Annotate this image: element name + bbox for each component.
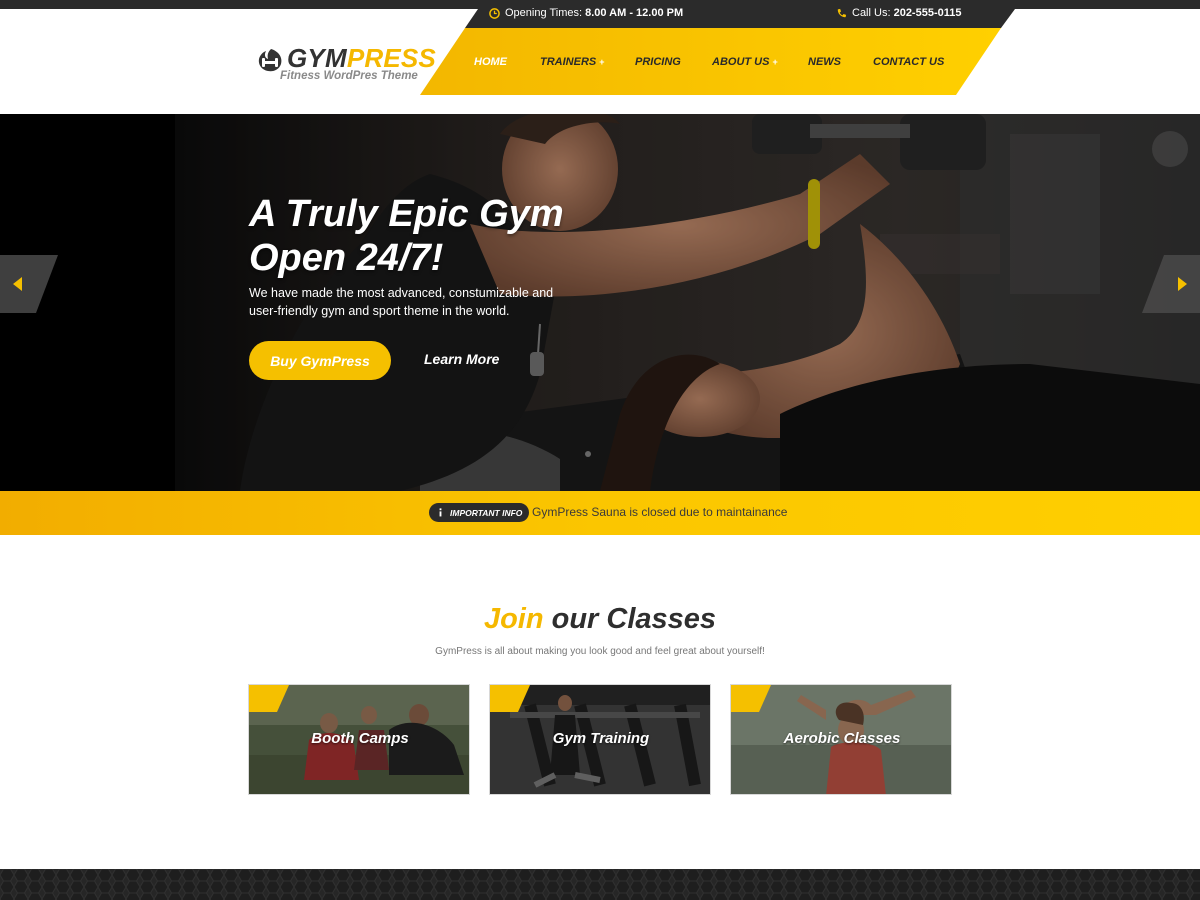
class-card-aerobic-classes[interactable]: Aerobic Classes — [730, 684, 952, 795]
opening-times-value: 8.00 AM - 12.00 PM — [585, 7, 684, 19]
footer-strip — [0, 869, 1200, 900]
submenu-plus-icon: + — [599, 57, 605, 67]
important-info-label: IMPORTANT INFO — [450, 507, 523, 518]
nav-item-label: Home — [474, 56, 507, 68]
call-us-value[interactable]: 202-555-0115 — [894, 7, 962, 19]
call-us-label: Call Us: — [852, 7, 891, 19]
nav-item-label: Pricing — [635, 56, 681, 68]
hero-title-line-2: Open 24/7! — [249, 237, 444, 279]
nav-item-label: About us — [712, 56, 770, 68]
nav-item-home[interactable]: Home — [474, 56, 540, 68]
nav-item-trainers[interactable]: Trainers + — [540, 56, 635, 68]
nav-item-news[interactable]: News — [808, 56, 873, 68]
class-card-label: Booth Camps — [311, 730, 409, 747]
nav-item-label: Trainers — [540, 56, 597, 68]
info-icon — [439, 508, 442, 517]
slider-dot[interactable] — [585, 451, 591, 457]
hero-image — [0, 114, 1200, 491]
nav-item-pricing[interactable]: Pricing — [635, 56, 712, 68]
classes-heading: Join our Classes — [0, 603, 1200, 636]
hero-title: A Truly Epic Gym Open 24/7! — [249, 192, 669, 280]
classes-heading-rest: our Classes — [551, 603, 717, 635]
opening-times-label: Opening Times: — [505, 7, 583, 19]
phone-icon — [837, 8, 847, 17]
nav-item-contact-us[interactable]: Contact us — [873, 56, 944, 68]
card-tag-icon — [249, 685, 289, 712]
brand-name-accent: PRESS — [346, 43, 436, 73]
buy-gympress-button[interactable]: Buy GymPress — [249, 341, 391, 380]
opening-times: Opening Times: 8.00 AM - 12.00 PM — [489, 5, 683, 21]
arrow-left-icon[interactable] — [0, 255, 58, 313]
hero-description: We have made the most advanced, constumi… — [249, 286, 554, 318]
important-info-badge: IMPORTANT INFO — [429, 503, 530, 522]
brand-name-dark: GYM — [287, 43, 347, 73]
important-info-bar: IMPORTANT INFO GymPress Sauna is closed … — [0, 491, 1200, 535]
class-card-booth-camps[interactable]: Booth Camps — [248, 684, 470, 795]
learn-more-link[interactable]: Learn More — [424, 351, 499, 367]
nav-item-label: News — [808, 56, 841, 68]
call-us: Call Us: 202-555-0115 — [836, 5, 961, 21]
classes-subtitle: GymPress is all about making you look go… — [435, 646, 765, 657]
card-tag-icon — [490, 685, 530, 712]
clock-icon — [489, 7, 500, 19]
card-tag-icon — [731, 685, 771, 712]
nav-item-about-us[interactable]: About us + — [712, 56, 808, 68]
important-info-text: GymPress Sauna is closed due to maintain… — [532, 505, 788, 519]
arrow-right-icon[interactable] — [1142, 255, 1200, 313]
site-logo[interactable]: GYMPRESS Fitness WordPres Theme — [256, 43, 436, 93]
nav-item-label: Contact us — [873, 56, 945, 68]
class-card-label: Aerobic Classes — [783, 730, 901, 747]
classes-heading-accent: Join — [483, 603, 544, 635]
class-card-label: Gym Training — [552, 730, 650, 747]
hero-title-line-1: A Truly Epic Gym — [249, 193, 564, 235]
hero-slider: A Truly Epic Gym Open 24/7! We have made… — [0, 114, 1200, 491]
class-card-gym-training[interactable]: Gym Training — [489, 684, 711, 795]
brand-tagline: Fitness WordPres Theme — [280, 70, 418, 82]
footer-pattern — [0, 869, 1200, 900]
main-nav: Home Trainers + Pricing About us + News Co… — [474, 55, 944, 69]
submenu-plus-icon: + — [772, 57, 778, 67]
